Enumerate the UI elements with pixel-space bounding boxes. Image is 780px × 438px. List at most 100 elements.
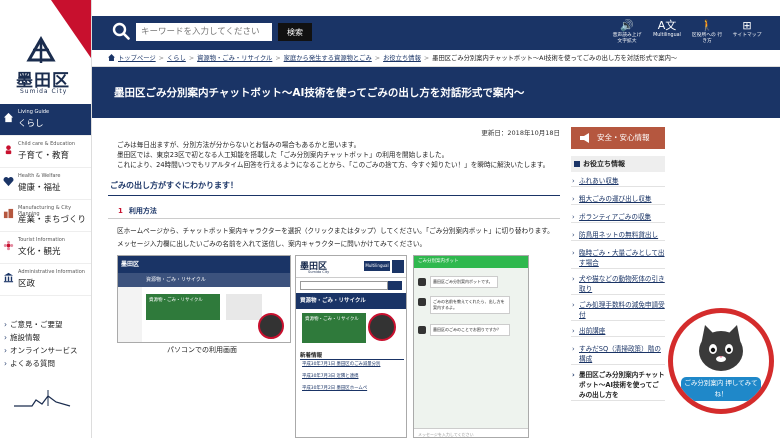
usage-line: 区ホームページから、チャットボット案内キャラクターを選択（クリックまたはタップ）… [117, 227, 554, 235]
pc-screenshot-header: 墨田区 [118, 256, 290, 273]
sp-screenshot-news-item: 平成30年7月1日 墨田区のごみ減量分別 [302, 362, 381, 367]
sp-screenshot-title: 資源物・ごみ・リサイクル [296, 293, 406, 309]
useful-info-link[interactable]: 粗大ごみの運び出し収集 [571, 194, 665, 205]
useful-info-link[interactable]: すみだSQ（清掃政策）階の構成 [571, 344, 665, 365]
sidebar-item-label: 子育て・教育 [18, 151, 70, 161]
pc-screenshot-logo: 墨田区 [121, 261, 140, 268]
sidebar-item-label: 文化・観光 [18, 247, 61, 257]
search-button[interactable]: 検索 [278, 23, 312, 41]
house-icon [3, 112, 14, 123]
sidebar-item-childcare[interactable]: Child care & Education 子育て・教育 [0, 136, 91, 168]
sp-screenshot-header: 墨田区 Sumida City Multilingual [296, 256, 406, 278]
page-title: 墨田区ごみ分別案内チャットボット～AI技術を使ってごみの出し方を対話形式で案内～ [114, 87, 525, 99]
chat-screenshot-input: メッセージを入力してください [414, 428, 528, 437]
breadcrumb-link[interactable]: くらし [167, 55, 186, 62]
top-frame [0, 0, 780, 4]
main-content: 更新日：2018年10月18日 ごみは毎日出ますが、分別方法が分からないとお悩み… [108, 118, 560, 438]
intro-text: ごみは毎日出ますが、分別方法が分からないとお悩みの場合もあるかと思います。 墨田… [117, 140, 557, 170]
sidebar-item-en: Living Guide [18, 109, 50, 115]
breadcrumb-separator: > [158, 55, 164, 62]
breadcrumb-link[interactable]: 家庭から発生する資源物とごみ [284, 55, 372, 62]
sp-screenshot-logo-en: Sumida City [308, 270, 330, 274]
flower-icon [3, 240, 14, 251]
sp-screenshot-search-button [388, 281, 402, 290]
chat-avatar-icon [418, 326, 426, 334]
sidebar-item-living[interactable]: Living Guide くらし [0, 104, 91, 136]
sidebar-link-online[interactable]: オンラインサービス [4, 344, 78, 357]
sp-screenshot-search [300, 281, 388, 290]
breadcrumb: トップページ > くらし > 資源物・ごみ・リサイクル > 家庭から発生する資源物とごみ > お… [92, 50, 780, 67]
sidebar-item-administration[interactable]: Administrative Information 区政 [0, 264, 91, 296]
heart-icon [3, 176, 14, 187]
sp-screenshot-news-item: 平成30年7月3日 近隣と連携 [302, 374, 359, 379]
chatbot-launcher[interactable]: ごみ分別案内 押してみてね！ [668, 308, 774, 414]
useful-info-link[interactable]: ボランティアごみの収集 [571, 212, 665, 223]
chat-screenshot-header: ごみ分別案内ボット [414, 256, 528, 268]
pc-screenshot-sidebar [118, 287, 142, 342]
sp-screenshot-mascot-icon [368, 313, 396, 341]
intro-line: ごみは毎日出ますが、分別方法が分からないとお悩みの場合もあるかと思います。 [117, 141, 361, 149]
sidebar-link-facilities[interactable]: 施設情報 [4, 331, 78, 344]
sidebar-link-opinion[interactable]: ご意見・ご要望 [4, 318, 78, 331]
breadcrumb-current: 墨田区ごみ分別案内チャットボット～AI技術を使ってごみの出し方を対話形式で案内～ [432, 55, 678, 62]
useful-info-link[interactable]: 臨時ごみ・大量ごみとして出す場合 [571, 248, 665, 269]
useful-info-heading: お役立ち情報 [571, 156, 665, 172]
read-aloud-button[interactable]: 🔊 音声読み上げ 文字拡大 [610, 19, 644, 49]
sidebar-item-label: 産業・まちづくり [18, 215, 87, 225]
chat-screenshot-body: 墨田区ごみ分別案内ボットです。 ごみの名前を教えてくれたら、出し方を案内するよ。… [414, 268, 528, 428]
useful-info-link[interactable]: ごみ処理手数料の減免申請受付 [571, 300, 665, 321]
section-heading: ごみの出し方がすぐにわかります！ [108, 180, 560, 196]
intro-line: これにより、24時間いつでもリアルタイム回答を行えるようになることから、「このご… [117, 161, 550, 169]
sitemap-icon: ⊞ [742, 19, 752, 32]
sidebar-item-label: くらし [18, 119, 44, 129]
page-title-band: 墨田区ごみ分別案内チャットボット～AI技術を使ってごみの出し方を対話形式で案内～ [92, 67, 780, 118]
useful-info-link[interactable]: 出前講座 [571, 326, 665, 337]
chat-message: 墨田区ごみ分別案内ボットです。 [430, 276, 498, 288]
sidebar-item-tourism[interactable]: Tourist Information 文化・観光 [0, 232, 91, 264]
pc-screenshot-mascot-icon [258, 313, 284, 339]
subsection-number: 1 [118, 207, 123, 215]
breadcrumb-link[interactable]: お役立ち情報 [383, 55, 421, 62]
pc-screenshot: 墨田区 資源物・ごみ・リサイクル 資源物・ごみ・リサイクル [117, 255, 291, 343]
megaphone-icon [580, 133, 589, 143]
sidebar-item-en: Child care & Education [18, 141, 76, 147]
sp-screenshot-news-title: 新着情報 [300, 351, 404, 360]
breadcrumb-separator: > [423, 55, 430, 62]
breadcrumb-link[interactable]: 資源物・ごみ・リサイクル [197, 55, 272, 62]
useful-info-link[interactable]: 防鳥用ネットの無料貸出し [571, 230, 665, 241]
chatbot-launcher-label: ごみ分別案内 押してみてね！ [681, 377, 761, 401]
child-care-icon [5, 145, 12, 155]
chat-avatar-icon [418, 278, 426, 286]
safety-info-button[interactable]: 安全・安心情報 [571, 127, 665, 149]
breadcrumb-separator: > [374, 55, 381, 62]
sidebar-nav: Living Guide くらし Child care & Education … [0, 104, 91, 296]
government-icon [3, 272, 14, 283]
site-logo[interactable]: 墨田区 Sumida City [0, 0, 91, 104]
smartphone-screenshot: 墨田区 Sumida City Multilingual 資源物・ごみ・リサイク… [295, 255, 407, 438]
sidebar-item-label: 区政 [18, 279, 36, 289]
updated-date: 更新日：2018年10月18日 [481, 129, 560, 137]
search-input[interactable] [136, 23, 272, 41]
search-icon [112, 22, 130, 40]
sitemap-button[interactable]: ⊞ サイトマップ [730, 19, 764, 49]
sidebar-item-industry[interactable]: Manufacturing & City Planning 産業・まちづくり [0, 200, 91, 232]
logo-subtext: Sumida City [20, 88, 68, 95]
safety-info-label: 安全・安心情報 [597, 133, 650, 142]
pc-screenshot-side-panel [226, 294, 262, 320]
breadcrumb-link[interactable]: トップページ [118, 55, 156, 62]
intro-line: 墨田区では、東京23区で初となる人工知能を搭載した「ごみ分別案内チャットボット」… [117, 151, 449, 159]
chatbot-screenshot: ごみ分別案内ボット 墨田区ごみ分別案内ボットです。 ごみの名前を教えてくれたら、… [413, 255, 529, 438]
useful-info-link[interactable]: 犬や猫などの動物死体の引き取り [571, 274, 665, 295]
sidebar-item-health[interactable]: Health & Welfare 健康・福祉 [0, 168, 91, 200]
directions-button[interactable]: 🚶 区役所への 行き方 [690, 19, 724, 49]
tool-label: Multilingual [653, 33, 681, 38]
multilingual-button[interactable]: A文 Multilingual [650, 19, 684, 49]
useful-info-link[interactable]: ふれあい収集 [571, 176, 665, 187]
sidebar-item-en: Administrative Information [18, 269, 85, 275]
breadcrumb-separator: > [188, 55, 195, 62]
tool-label: 音声読み上げ 文字拡大 [612, 33, 642, 44]
useful-info-current: 墨田区ごみ分別案内チャットボット～AI技術を使ってごみの出し方を [571, 370, 665, 401]
usage-line: メッセージ入力欄に出したいごみの名前を入れて送信し、案内キャラクターに問いかけて… [117, 240, 427, 248]
sidebar-link-faq[interactable]: よくある質問 [4, 357, 78, 370]
subsection-title: 利用方法 [128, 207, 157, 215]
